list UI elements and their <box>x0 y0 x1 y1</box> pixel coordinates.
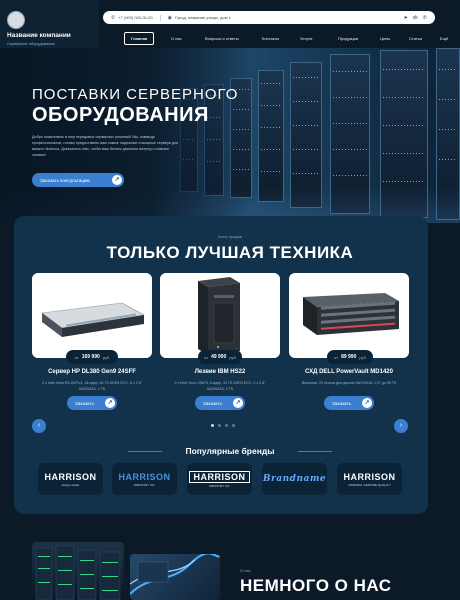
nav-item-prices[interactable]: Цены <box>380 36 390 41</box>
nav-item-faq[interactable]: Вопросы и ответы <box>205 36 239 41</box>
arrow-up-right-icon: ↗ <box>105 398 115 408</box>
vk-icon[interactable]: vk <box>413 15 418 21</box>
consultation-button[interactable]: Заказать консультацию ↗ <box>32 173 124 187</box>
phone-icon[interactable]: ✆ <box>423 15 427 21</box>
order-button[interactable]: Заказать ↗ <box>67 396 117 410</box>
brand-logo[interactable]: HARRISON ORIGINAL GENUINE QUALITY <box>337 463 402 495</box>
chevron-right-icon: › <box>399 422 403 429</box>
order-button[interactable]: Заказать ↗ <box>324 396 374 410</box>
brand-logo[interactable]: HARRISON design studio <box>38 463 103 495</box>
about-title: НЕМНОГО О НАС <box>240 576 392 595</box>
about-image-server-room <box>32 542 124 600</box>
nav-item-services[interactable]: Услуги <box>300 36 312 41</box>
divider <box>298 451 332 452</box>
product-image-server <box>32 273 152 358</box>
carousel-pagination <box>211 424 235 427</box>
product-spec: 2 x Intel Xeon E5-2697v4, 18-ядер, 64 Гб… <box>41 381 143 391</box>
telegram-icon[interactable]: ➤ <box>404 15 408 21</box>
brand-logo[interactable]: HARRISON INDUSTRY CO. <box>112 463 177 495</box>
phone-number[interactable]: +7 (000) 000-00-00 <box>118 15 152 20</box>
chevron-left-icon: ‹ <box>37 422 41 429</box>
company-subtitle: Серверное оборудование <box>7 41 55 46</box>
location-icon: ◉ <box>167 14 172 21</box>
product-image-blade <box>160 273 280 358</box>
products-eyebrow: Хиты продаж <box>217 234 243 239</box>
address: Город, название улицы, дом 1 <box>174 15 231 20</box>
price-badge: от 169 990 руб <box>66 350 118 364</box>
pagination-dot[interactable] <box>211 424 214 427</box>
company-name: Название компании <box>7 32 71 39</box>
contact-bar: ✆ +7 (000) 000-00-00 ◉ Город, название у… <box>103 11 435 24</box>
divider <box>159 14 161 21</box>
price-badge: от 89 990 руб <box>327 350 373 364</box>
hero-description: Добро пожаловать в мир передовых серверн… <box>32 135 179 157</box>
hero-title-line1: ПОСТАВКИ СЕРВЕРНОГО <box>32 86 239 103</box>
main-navigation: Главная О нас Вопросы и ответы Контакты … <box>124 32 456 46</box>
social-links: ➤ vk ✆ <box>404 15 427 21</box>
nav-item-contacts[interactable]: Контакты <box>262 36 279 41</box>
logo-icon <box>7 11 25 29</box>
product-spec: Внешняя, 24 отсека для дисков SAS/SATA, … <box>301 381 397 385</box>
price-value: 169 990 <box>81 354 100 360</box>
nav-item-more[interactable]: Ещё <box>440 36 448 41</box>
products-title: ТОЛЬКО ЛУЧШАЯ ТЕХНИКА <box>106 243 354 262</box>
arrow-up-right-icon: ↗ <box>362 398 372 408</box>
product-spec: 2 x Intel Xeon X5675, 6-ядер, 32 Гб DDR3… <box>174 381 266 391</box>
nav-item-about[interactable]: О нас <box>171 36 182 41</box>
price-value: 49 990 <box>211 354 227 360</box>
product-image-storage <box>289 273 409 358</box>
arrow-up-right-icon: ↗ <box>233 398 243 408</box>
brand-logo[interactable]: Brandname <box>262 463 327 495</box>
product-name: Лезвие IBM HS22 <box>194 369 246 375</box>
carousel-next-button[interactable]: › <box>394 419 408 433</box>
pagination-dot[interactable] <box>232 424 235 427</box>
product-name: Сервер HP DL380 Gen9 24SFF <box>48 369 136 375</box>
pagination-dot[interactable] <box>225 424 228 427</box>
nav-item-articles[interactable]: Статьи <box>409 36 422 41</box>
about-eyebrow: О нас <box>240 568 251 573</box>
brand-logo[interactable]: HARRISON INDUSTRY CO. <box>187 463 252 495</box>
carousel-prev-button[interactable]: ‹ <box>32 419 46 433</box>
price-value: 89 990 <box>341 354 357 360</box>
about-image-cables <box>130 554 220 600</box>
hero-title-line2: ОБОРУДОВАНИЯ <box>32 104 209 126</box>
nav-item-products[interactable]: Продукция <box>338 36 358 41</box>
price-badge: от 49 990 руб <box>198 350 242 364</box>
product-name: СХД DELL PowerVault MD1420 <box>305 369 393 375</box>
pagination-dot[interactable] <box>218 424 221 427</box>
order-button[interactable]: Заказать ↗ <box>195 396 245 410</box>
phone-icon: ✆ <box>111 14 116 21</box>
consultation-button-label: Заказать консультацию <box>40 177 90 183</box>
brands-title: Популярные бренды <box>185 446 275 456</box>
arrow-up-right-icon: ↗ <box>112 175 122 185</box>
nav-item-home[interactable]: Главная <box>124 32 155 45</box>
